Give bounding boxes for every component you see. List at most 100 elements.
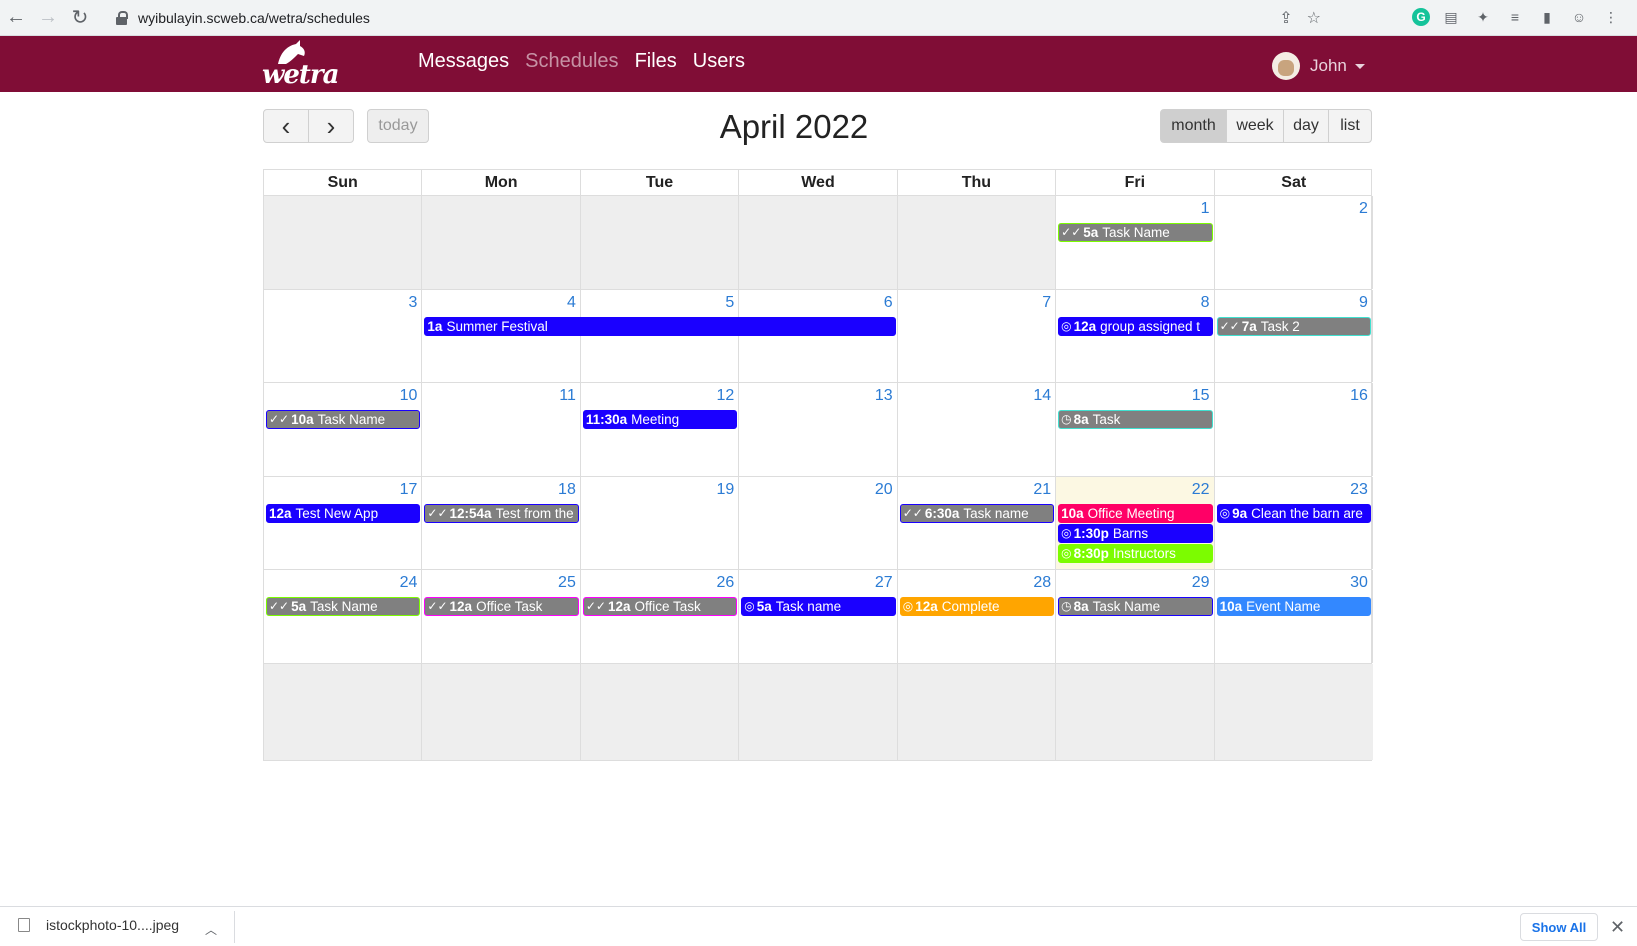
day-cell[interactable]: 18 [422,476,581,569]
day-cell[interactable]: 3 [264,289,423,382]
day-cell[interactable]: 11 [422,383,581,476]
nav-messages[interactable]: Messages [418,50,509,73]
prev-month-button[interactable]: ‹ [263,109,309,143]
extensions-puzzle-icon[interactable]: ✦ [1472,6,1494,28]
day-number[interactable]: 11 [559,387,576,405]
day-cell[interactable] [422,663,581,760]
wetra-logo[interactable]: wetra [262,40,339,90]
day-number[interactable]: 8 [1201,294,1210,312]
calendar-event[interactable]: ✓✓ 12:54a Test from the [424,503,579,523]
day-cell[interactable] [739,196,898,289]
day-number[interactable]: 21 [1033,481,1051,499]
download-extension-icon[interactable]: ▤ [1440,6,1462,28]
day-number[interactable]: 23 [1350,481,1368,499]
day-cell[interactable]: 16 [1215,383,1373,476]
calendar-event[interactable]: ◎ 1:30p Barns [1058,523,1213,543]
nav-users[interactable]: Users [693,50,745,73]
forward-arrow-icon[interactable]: → [32,0,64,36]
day-number[interactable]: 30 [1350,574,1368,592]
side-panel-icon[interactable]: ▮ [1536,6,1558,28]
day-number[interactable]: 24 [400,574,418,592]
calendar-event[interactable]: ◷ 8a Task Name [1058,597,1213,616]
day-cell[interactable]: 19 [581,476,740,569]
day-cell[interactable]: 17 [264,476,423,569]
day-cell[interactable]: 25 [422,570,581,663]
day-cell[interactable] [739,663,898,760]
day-cell[interactable]: 30 [1215,570,1373,663]
nav-files[interactable]: Files [635,50,677,73]
day-cell[interactable] [264,663,423,760]
day-number[interactable]: 26 [716,574,734,592]
calendar-event[interactable]: 1a Summer Festival [424,316,896,336]
day-cell[interactable]: 10 [264,383,423,476]
calendar-event[interactable]: ◎ 12a group assigned t [1058,316,1213,336]
day-cell[interactable] [580,663,740,760]
day-cell[interactable]: 23 [1215,476,1373,569]
day-cell[interactable]: 21 [898,476,1057,569]
day-view-button[interactable]: day [1283,109,1329,143]
day-number[interactable]: 6 [884,294,893,312]
calendar-event[interactable]: 11:30a Meeting [582,410,738,429]
day-cell[interactable]: 26 [581,570,740,663]
day-cell[interactable]: 1 [1056,196,1215,289]
day-number[interactable]: 29 [1192,574,1210,592]
day-number[interactable]: 16 [1350,387,1368,405]
day-cell[interactable]: 6 [739,289,898,382]
day-number[interactable]: 22 [1192,481,1210,499]
browser-menu-icon[interactable]: ⋮ [1600,6,1622,28]
calendar-event[interactable]: ✓✓ 7a Task 2 [1216,316,1371,336]
share-icon[interactable]: ⇪ [1279,8,1292,28]
list-view-button[interactable]: list [1328,109,1372,143]
day-cell[interactable]: 15 [1056,383,1215,476]
day-cell[interactable]: 13 [739,383,898,476]
calendar-event[interactable]: ◎ 9a Clean the barn are [1216,503,1371,523]
calendar-event[interactable]: ✓✓ 10a Task Name [266,410,421,429]
show-all-button[interactable]: Show All [1520,913,1598,941]
day-cell[interactable]: 24 [264,570,423,663]
week-view-button[interactable]: week [1226,109,1284,143]
address-bar[interactable]: wyibulayin.scweb.ca/wetra/schedules [106,4,1370,32]
day-number[interactable]: 13 [875,387,893,405]
day-cell[interactable]: 14 [898,383,1057,476]
day-cell[interactable] [264,196,423,289]
day-number[interactable]: 15 [1192,387,1210,405]
calendar-event[interactable]: 12a Test New App [266,503,421,523]
day-cell[interactable] [1214,663,1373,760]
day-number[interactable]: 14 [1033,387,1051,405]
day-number[interactable]: 28 [1033,574,1051,592]
day-number[interactable]: 9 [1359,294,1368,312]
month-view-button[interactable]: month [1160,109,1227,143]
day-number[interactable]: 10 [400,387,418,405]
user-menu[interactable]: John [1272,52,1365,80]
download-item[interactable]: istockphoto-10....jpeg [18,917,179,933]
calendar-event[interactable]: 10a Event Name [1216,597,1371,616]
day-number[interactable]: 5 [725,294,734,312]
calendar-event[interactable]: ◎ 12a Complete [899,597,1055,616]
day-cell[interactable] [1056,663,1215,760]
day-cell[interactable] [897,663,1057,760]
reading-list-icon[interactable]: ≡ [1504,6,1526,28]
day-number[interactable]: 4 [567,294,576,312]
day-number[interactable]: 3 [409,294,418,312]
grammarly-extension-icon[interactable]: G [1412,8,1430,26]
day-cell[interactable]: 4 [422,289,581,382]
day-cell[interactable] [422,196,581,289]
day-number[interactable]: 25 [558,574,576,592]
day-number[interactable]: 17 [400,481,418,499]
profile-icon[interactable]: ☺ [1568,6,1590,28]
day-cell[interactable]: 9 [1215,289,1373,382]
back-arrow-icon[interactable]: ← [0,0,32,36]
calendar-event[interactable]: 10a Office Meeting [1058,503,1213,523]
calendar-event[interactable]: ✓✓ 12a Office Task [582,597,738,616]
day-cell[interactable]: 5 [581,289,740,382]
day-number[interactable]: 18 [558,481,576,499]
day-number[interactable]: 2 [1359,200,1368,218]
day-cell[interactable] [897,196,1057,289]
calendar-event[interactable]: ◎ 8:30p Instructors [1058,543,1213,563]
close-icon[interactable]: ✕ [1610,917,1625,938]
day-cell[interactable]: 12 [581,383,740,476]
day-cell[interactable]: 29 [1056,570,1215,663]
day-number[interactable]: 20 [875,481,893,499]
calendar-event[interactable]: ✓✓ 5a Task Name [1058,223,1213,242]
calendar-event[interactable]: ✓✓ 5a Task Name [266,597,421,616]
